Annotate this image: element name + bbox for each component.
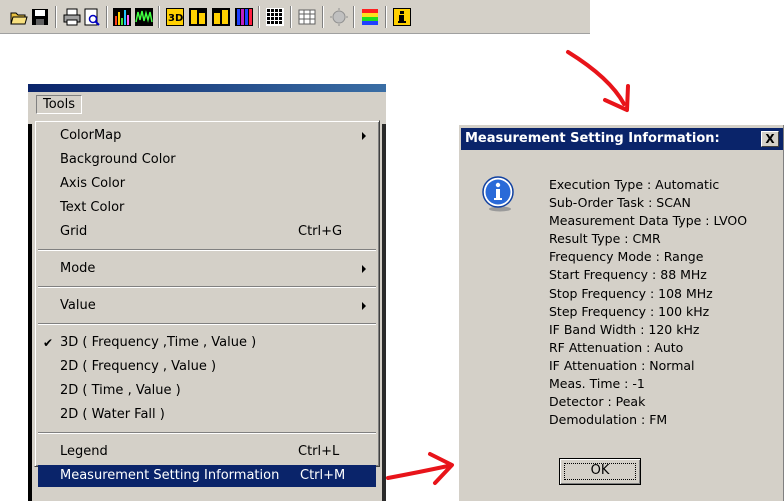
- submenu-arrow-icon: [362, 132, 366, 140]
- menu-item-view-2d-frequency-value[interactable]: 2D ( Frequency , Value ): [38, 356, 376, 378]
- menu-item-label: Value: [60, 298, 96, 313]
- measurement-info-dialog: Measurement Setting Information: X Execu…: [458, 124, 784, 501]
- spectrum-icon[interactable]: [113, 8, 131, 26]
- submenu-arrow-icon: [362, 302, 366, 310]
- table-icon[interactable]: [298, 8, 316, 26]
- checkmark-icon: ✔: [43, 336, 54, 350]
- menu-item-shortcut: Ctrl+M: [300, 468, 346, 483]
- plot-area-edge: [28, 124, 32, 501]
- svg-text:3D: 3D: [168, 13, 183, 24]
- info-line: Sub-Order Task : SCAN: [549, 195, 691, 211]
- save-icon[interactable]: [31, 8, 49, 26]
- information-icon: [480, 176, 516, 212]
- grid-icon[interactable]: [266, 8, 284, 26]
- menu-item-label: Grid: [60, 224, 88, 239]
- menu-item-label: 2D ( Frequency , Value ): [60, 359, 217, 374]
- print-icon[interactable]: [63, 8, 81, 26]
- info-line: Stop Frequency : 108 MHz: [549, 285, 713, 301]
- menu-item-background-color[interactable]: Background Color: [38, 149, 376, 171]
- waveform-icon[interactable]: [135, 8, 153, 26]
- menu-item-grid[interactable]: Grid Ctrl+G: [38, 221, 376, 243]
- print-preview-icon[interactable]: [83, 8, 101, 26]
- info-line: Demodulation : FM: [549, 412, 668, 428]
- arrow-to-dialog-icon: [566, 50, 630, 112]
- info-line: Frequency Mode : Range: [549, 249, 704, 265]
- info-line: Result Type : CMR: [549, 231, 661, 247]
- menu-item-label: 2D ( Time , Value ): [60, 383, 181, 398]
- menu-item-shortcut: Ctrl+L: [298, 444, 340, 459]
- waterfall-icon[interactable]: [235, 8, 253, 26]
- toolbar: 3D: [0, 0, 590, 34]
- menu-item-label: Axis Color: [60, 176, 126, 191]
- tools-dropdown-menu: ColorMap Background Color Axis Color Tex…: [34, 120, 380, 487]
- info-line: RF Attenuation : Auto: [549, 339, 684, 355]
- info-line: IF Band Width : 120 kHz: [549, 321, 700, 337]
- menu-item-shortcut: Ctrl+G: [298, 224, 343, 239]
- menu-separator: [38, 432, 376, 434]
- info-line: IF Attenuation : Normal: [549, 357, 695, 373]
- menu-item-view-2d-time-value[interactable]: 2D ( Time , Value ): [38, 380, 376, 402]
- vf-view-icon[interactable]: [189, 8, 207, 26]
- menu-item-mode[interactable]: Mode: [38, 258, 376, 280]
- info-line: Detector : Peak: [549, 394, 646, 410]
- light-icon[interactable]: [330, 8, 348, 26]
- menu-separator: [38, 286, 376, 288]
- measurement-info-text: Execution Type : Automatic Sub-Order Task…: [549, 176, 747, 429]
- info-icon[interactable]: [393, 8, 411, 26]
- menu-item-view-3d[interactable]: ✔ 3D ( Frequency ,Time , Value ): [38, 332, 376, 354]
- submenu-arrow-icon: [362, 265, 366, 273]
- info-line: Start Frequency : 88 MHz: [549, 267, 707, 283]
- menu-item-label: Measurement Setting Information: [60, 468, 280, 483]
- open-folder-icon[interactable]: [10, 8, 28, 26]
- ok-button[interactable]: OK: [559, 458, 641, 485]
- dialog-title: Measurement Setting Information:: [465, 131, 720, 146]
- tools-menu[interactable]: Tools: [36, 95, 83, 114]
- focus-rectangle: [564, 463, 636, 480]
- menu-item-measurement-setting-information[interactable]: Measurement Setting Information Ctrl+M: [38, 465, 376, 487]
- menu-item-legend[interactable]: Legend Ctrl+L: [38, 441, 376, 463]
- menu-separator: [38, 249, 376, 251]
- dialog-titlebar: Measurement Setting Information: X: [461, 128, 783, 150]
- menu-item-label: Text Color: [60, 200, 125, 215]
- menubar: Tools: [28, 92, 386, 116]
- info-line: Measurement Data Type : LVOO: [549, 213, 748, 229]
- info-line: Step Frequency : 100 kHz: [549, 303, 710, 319]
- menu-item-label: Background Color: [60, 152, 176, 167]
- menu-item-label: 2D ( Water Fall ): [60, 407, 165, 422]
- color-bar-icon[interactable]: [361, 8, 379, 26]
- menu-item-text-color[interactable]: Text Color: [38, 197, 376, 219]
- 3d-view-icon[interactable]: 3D: [166, 8, 184, 26]
- menu-item-colormap[interactable]: ColorMap: [38, 125, 376, 147]
- menu-item-view-2d-waterfall[interactable]: 2D ( Water Fall ): [38, 404, 376, 426]
- vt-view-icon[interactable]: [212, 8, 230, 26]
- menu-item-label: ColorMap: [60, 128, 122, 143]
- menu-item-value[interactable]: Value: [38, 295, 376, 317]
- window-titlebar: [28, 84, 386, 92]
- close-button[interactable]: X: [761, 131, 779, 147]
- menu-item-label: Legend: [60, 444, 108, 459]
- menu-item-label: Mode: [60, 261, 96, 276]
- menu-separator: [38, 323, 376, 325]
- menu-item-label: 3D ( Frequency ,Time , Value ): [60, 335, 257, 350]
- menu-item-axis-color[interactable]: Axis Color: [38, 173, 376, 195]
- info-line: Execution Type : Automatic: [549, 177, 720, 192]
- plot-area-edge: [382, 124, 386, 501]
- info-line: Meas. Time : -1: [549, 376, 645, 392]
- arrow-to-dialog-menu: [386, 452, 454, 485]
